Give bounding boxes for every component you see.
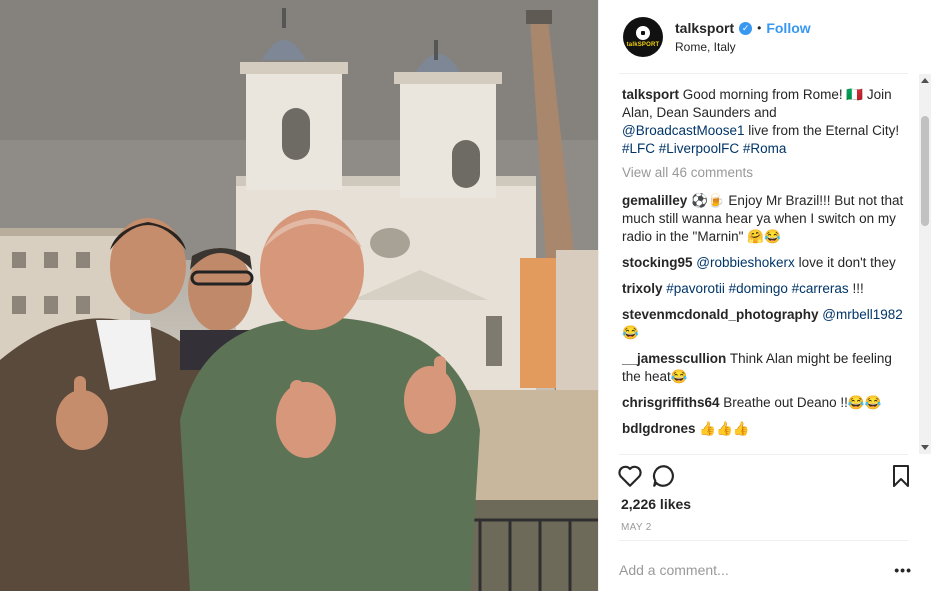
comment-link[interactable]: @mrbell1982 [822,307,903,322]
comment-username[interactable]: trixoly [622,281,663,296]
instagram-post: talkSPORT talksport ✓ • Follow Rome, Ita… [0,0,931,591]
comment-row: bdlgdrones 👍👍👍 [622,420,912,438]
comment-username[interactable]: gemalilley [622,193,687,208]
comment-username[interactable]: stocking95 [622,255,693,270]
heart-icon[interactable] [613,459,647,493]
comment-text: 😂 [622,325,639,340]
comment-container: gemalilley ⚽🍺 Enjoy Mr Brazil!!! But not… [622,192,912,438]
comment-username[interactable]: stevenmcdonald_photography [622,307,819,322]
comment-row: __jamesscullion Think Alan might be feel… [622,350,912,386]
comments-list[interactable]: talksport Good morning from Rome! 🇮🇹 Joi… [599,74,931,454]
post-side-panel: talkSPORT talksport ✓ • Follow Rome, Ita… [598,0,931,591]
comment-row: gemalilley ⚽🍺 Enjoy Mr Brazil!!! But not… [622,192,912,246]
likes-count[interactable]: 2,226 likes [621,496,691,512]
bookmark-icon[interactable] [884,459,918,493]
scroll-down-arrow-icon[interactable] [921,445,929,450]
add-comment-input[interactable] [619,561,895,578]
caption-username[interactable]: talksport [622,87,679,102]
post-header: talkSPORT talksport ✓ • Follow Rome, Ita… [599,0,931,74]
comment-row: stocking95 @robbieshokerx love it don't … [622,254,912,272]
comment-username[interactable]: __jamesscullion [622,351,726,366]
post-photo[interactable] [0,0,598,591]
comment-row: trixoly #pavorotii #domingo #carreras !!… [622,280,912,298]
caption-mention[interactable]: @BroadcastMoose1 [622,123,745,138]
comment-bubble-icon[interactable] [647,459,681,493]
caption-hashtag-roma[interactable]: #Roma [743,141,787,156]
scroll-thumb[interactable] [921,116,929,226]
comment-row: stevenmcdonald_photography @mrbell1982 😂 [622,306,912,342]
comment-link[interactable]: #pavorotii [666,281,725,296]
follow-button[interactable]: Follow [766,20,810,36]
comment-link[interactable]: #carreras [792,281,849,296]
comments-scrollbar[interactable] [919,74,931,454]
actions-divider [619,454,908,455]
comment-username[interactable]: chrisgriffiths64 [622,395,720,410]
caption-text-2: live from the Eternal City! [744,123,900,138]
comment-row: chrisgriffiths64 Breathe out Deano !!😂😂 [622,394,912,412]
header-username[interactable]: talksport [675,20,734,36]
comment-username[interactable]: bdlgdrones [622,421,696,436]
separator-dot: • [757,21,762,35]
comment-link[interactable]: @robbieshokerx [696,255,795,270]
verified-badge-icon: ✓ [739,21,753,35]
post-date[interactable]: MAY 2 [621,522,652,533]
caption-hashtag-lfc[interactable]: #LFC [622,141,655,156]
avatar[interactable]: talkSPORT [623,17,663,57]
post-caption: talksport Good morning from Rome! 🇮🇹 Joi… [622,86,912,158]
caption-hashtag-liverpoolfc[interactable]: #LiverpoolFC [659,141,739,156]
scroll-up-arrow-icon[interactable] [921,78,929,83]
location-link[interactable]: Rome, Italy [675,40,811,54]
view-all-comments-link[interactable]: View all 46 comments [622,164,912,182]
comment-link[interactable]: #domingo [729,281,788,296]
avatar-brand-text: talkSPORT [626,42,660,48]
comment-divider [619,540,908,541]
header-row: talksport ✓ • Follow [675,20,811,36]
add-comment-bar: ••• [619,548,912,591]
comment-text: love it don't they [794,255,896,270]
comment-text: 👍👍👍 [699,421,750,436]
photo-illustration [0,0,598,591]
football-icon [636,26,650,40]
comment-text: Breathe out Deano !!😂😂 [723,395,882,410]
action-bar [613,458,918,494]
header-text: talksport ✓ • Follow Rome, Italy [675,20,811,54]
comment-text: !!! [848,281,864,296]
ellipsis-icon[interactable]: ••• [894,562,912,578]
